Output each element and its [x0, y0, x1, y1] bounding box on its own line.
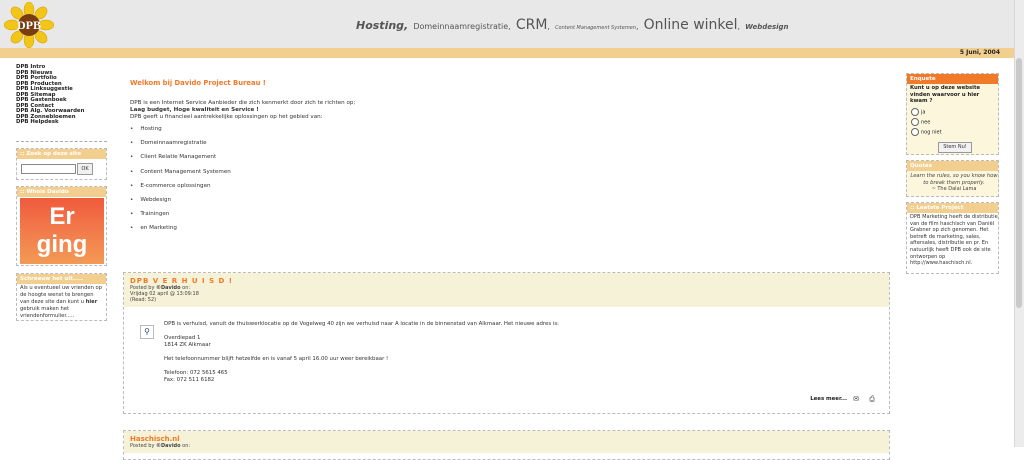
list-item: Client Relatie Management	[130, 154, 430, 168]
slogan-winkel: Online winkel	[643, 17, 738, 33]
news-address-1: Overdiepad 1	[164, 335, 201, 341]
intro-line-3: DPB geeft u financieel aantrekkelijke op…	[130, 114, 323, 120]
shout-link[interactable]: hier	[86, 299, 98, 305]
welcome-heading: Welkom bij Davido Project Bureau !	[130, 79, 266, 87]
list-item: Content Management Systemen	[130, 169, 430, 183]
sunflower-logo[interactable]: DPB	[3, 1, 55, 49]
radio-icon[interactable]	[911, 108, 919, 116]
printer-icon[interactable]: ⎙	[867, 395, 877, 403]
read-more-link[interactable]: Lees meer...	[810, 396, 847, 402]
poll-option-nog-niet[interactable]: nog niet	[911, 128, 942, 136]
slogan-sep: ,	[737, 22, 741, 31]
intro-text: DPB is een Internet Service Aanbieder di…	[130, 100, 630, 121]
poll-box: Enquete Kunt u op deze website vinden wa…	[906, 73, 999, 155]
quote-text: Learn the rules, so you know how to brea…	[910, 173, 998, 186]
news-body-1: DPB is verhuisd, vanuit de thuiswerkloca…	[164, 321, 559, 327]
slogan-sep: ,	[547, 22, 550, 31]
posted-by: Posted by	[130, 443, 157, 449]
nav-item-helpdesk[interactable]: DPB Helpdesk	[16, 119, 116, 126]
shout-text-2: gebruik maken het vriendenformulier.....	[20, 306, 75, 319]
quote-box: Quotes Learn the rules, so you know how …	[906, 160, 999, 197]
news-author[interactable]: ©Davido	[156, 443, 181, 449]
mail-icon[interactable]: ✉	[851, 395, 861, 403]
news-reads: (Read: 52)	[130, 297, 157, 303]
news-title[interactable]: DPB V E R H U I S D !	[130, 277, 883, 285]
radio-icon[interactable]	[911, 128, 919, 136]
poll-option-label: nog niet	[921, 129, 942, 136]
slogan-crm: CRM	[515, 17, 548, 33]
list-item: Hosting	[130, 126, 430, 140]
list-item: Domeinnaamregistratie	[130, 140, 430, 154]
quote-author: ~ The Dalai Lama	[931, 186, 977, 192]
quotes-title: Quotes	[907, 161, 998, 171]
list-item: E-commerce oplossingen	[130, 183, 430, 197]
poll-option-ja[interactable]: ja	[911, 108, 925, 116]
news-address-2: 1814 ZK Alkmaar	[164, 342, 211, 348]
list-item: en Marketing	[130, 225, 430, 239]
date-bar	[0, 48, 1014, 58]
banner-line-1: Er	[49, 203, 75, 230]
slogan-cms: Content Management Systemen	[555, 25, 636, 31]
poll-option-label: nee	[921, 119, 931, 126]
list-item: Trainingen	[130, 211, 430, 225]
last-project-box: :: Laatste Project DPB Marketing heeft d…	[906, 202, 999, 274]
vote-button[interactable]: Stem Nu!	[938, 142, 972, 153]
slogan-domein: Domeinnaamregistratie	[413, 22, 509, 31]
last-project-text: DPB Marketing heeft de distributie van d…	[910, 214, 998, 267]
intro-line-1: DPB is een Internet Service Aanbieder di…	[130, 100, 356, 106]
search-ok-button[interactable]: OK	[77, 163, 93, 175]
slogan: Hosting, Domeinnaamregistratie, CRM, Con…	[356, 14, 976, 38]
poll-option-label: ja	[921, 109, 926, 116]
shout-text: Als u eventueel uw vrienden op de hoogte…	[20, 285, 104, 320]
divider	[16, 141, 107, 142]
slogan-hosting: Hosting,	[356, 19, 409, 32]
whois-box-title: :: Whois Davido	[17, 187, 106, 197]
slogan-sep: ,	[635, 22, 639, 31]
radio-icon[interactable]	[911, 118, 919, 126]
search-box: :: Zoek op deze site OK	[16, 148, 107, 180]
news-item: Haschisch.nl Posted by ©Davido on:	[123, 430, 890, 460]
search-box-title: :: Zoek op deze site	[17, 149, 106, 159]
banner-line-2: ging	[36, 231, 88, 258]
poll-title: Enquete	[907, 74, 998, 84]
whois-box: :: Whois Davido Er ging	[16, 186, 107, 266]
news-item: DPB V E R H U I S D ! Posted by ©Davido …	[123, 272, 890, 414]
news-meta: Posted by ©Davido on:	[130, 443, 883, 449]
news-header: Haschisch.nl Posted by ©Davido on:	[124, 431, 889, 453]
news-fax: Fax: 072 511 6182	[164, 377, 215, 383]
magnifier-icon[interactable]: ⚲	[140, 325, 154, 339]
search-input[interactable]	[21, 164, 76, 174]
shout-box: Schreeuw het uit..... Als u eventueel uw…	[16, 273, 107, 321]
news-title[interactable]: Haschisch.nl	[130, 435, 883, 443]
scrollbar-thumb[interactable]	[1016, 58, 1022, 308]
left-navigation: DPB Intro DPB Nieuws DPB Portfolio DPB P…	[16, 64, 116, 126]
last-project-title: :: Laatste Project	[907, 203, 998, 213]
news-phone: Telefoon: 072 5615 465	[164, 370, 228, 376]
current-date: 5 Juni, 2004	[959, 49, 1000, 56]
poll-question: Kunt u op deze website vinden waarvoor u…	[910, 85, 981, 104]
slogan-sep: ,	[508, 22, 511, 31]
logo-text: DPB	[17, 18, 41, 32]
list-item: Webdesign	[130, 197, 430, 211]
news-body-2: Het telefoonnummer blijft hetzelfde en i…	[164, 356, 389, 362]
news-header: DPB V E R H U I S D ! Posted by ©Davido …	[124, 273, 889, 307]
news-body: DPB is verhuisd, vanuit de thuiswerkloca…	[164, 321, 864, 384]
whois-banner[interactable]: Er ging	[20, 198, 104, 264]
shout-box-title: Schreeuw het uit.....	[17, 274, 106, 284]
slogan-webdesign: Webdesign	[745, 23, 789, 31]
services-list: Hosting Domeinnaamregistratie Client Rel…	[130, 126, 430, 240]
poll-option-nee[interactable]: nee	[911, 118, 930, 126]
intro-line-2: Laag budget, Hoge kwaliteit en Service !	[130, 107, 259, 113]
posted-on: on:	[180, 443, 191, 449]
